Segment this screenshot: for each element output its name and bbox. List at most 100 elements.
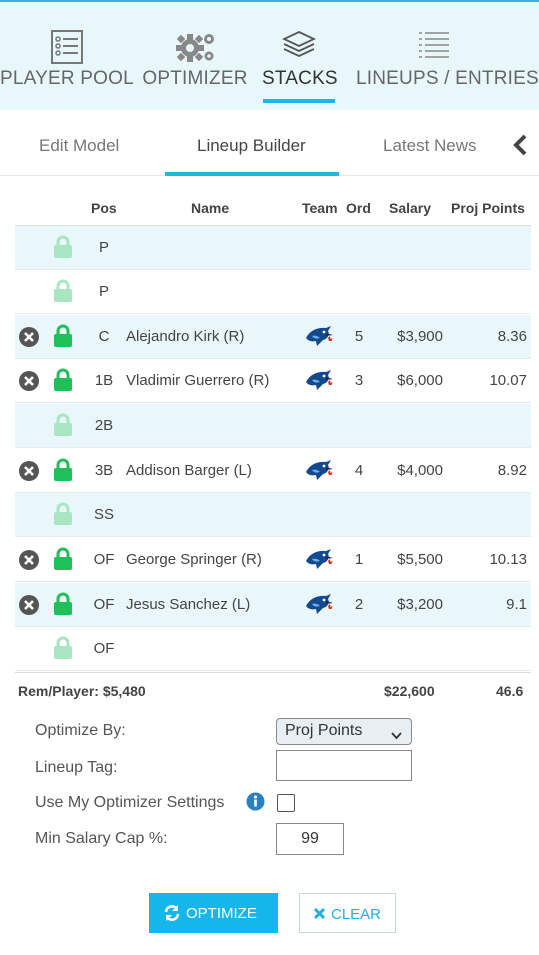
refresh-icon [163,904,181,926]
min-salary-cap-label: Min Salary Cap %: [35,830,168,847]
tab-edit-model[interactable]: Edit Model [39,136,119,156]
nav-optimizer[interactable]: OPTIMIZER [140,2,250,102]
nav-lineups-entries[interactable]: LINEUPS / ENTRIES [356,2,539,102]
remove-player-icon[interactable] [18,370,40,392]
tab-lineup-builder[interactable]: Lineup Builder [197,136,306,156]
nav-stacks[interactable]: STACKS [262,2,338,102]
cell-name[interactable]: George Springer (R) [126,551,262,568]
remove-player-icon[interactable] [18,326,40,348]
table-row: 3B Addison Barger (L) 4 $4,000 8.92 [15,449,531,493]
table-row: OF George Springer (R) 1 $5,500 10.13 [15,538,531,582]
tab-latest-news[interactable]: Latest News [383,136,477,156]
table-row: SS [15,493,531,537]
header-proj-points: Proj Points [451,200,525,216]
cell-salary: $3,200 [397,596,443,613]
optimize-by-label: Optimize By: [35,722,126,739]
nav-label: PLAYER POOL [0,68,134,89]
cell-pos: SS [93,506,114,523]
cell-ord: 5 [354,328,364,345]
cell-proj-points: 8.36 [497,328,527,345]
table-row: OF [15,627,531,671]
sub-tabs: Edit Model Lineup Builder Latest News [0,110,539,176]
layers-icon [281,30,317,65]
cell-pos: OF [93,596,115,613]
total-salary: $22,600 [384,683,435,699]
table-row: 1B Vladimir Guerrero (R) 3 $6,000 10.07 [15,359,531,403]
cell-proj-points: 9.1 [506,596,527,613]
use-optimizer-settings-label: Use My Optimizer Settings [35,794,225,811]
nav-label: LINEUPS / ENTRIES [356,68,539,89]
table-row: 2B [15,404,531,448]
cell-pos: 3B [94,462,114,479]
nav-label: STACKS [262,68,338,89]
cell-pos: P [98,239,109,256]
cell-salary: $6,000 [397,372,443,389]
lock-icon[interactable] [53,235,73,259]
remove-player-icon[interactable] [18,549,40,571]
blue-jays-logo-icon [304,547,334,571]
clear-button[interactable]: CLEAR [299,893,396,933]
nav-label: OPTIMIZER [142,68,248,89]
optimize-by-value: Proj Points [285,722,363,739]
list-icon [50,30,84,69]
table-row: C Alejandro Kirk (R) 5 $3,900 8.36 [15,315,531,359]
cell-ord: 2 [354,596,364,613]
cell-name[interactable]: Addison Barger (L) [126,462,252,479]
optimize-button-label: OPTIMIZE [186,905,257,922]
optimize-by-select[interactable]: Proj Points [276,718,412,745]
nav-player-pool[interactable]: PLAYER POOL [0,2,134,102]
cell-salary: $4,000 [397,462,443,479]
remove-player-icon[interactable] [18,594,40,616]
close-icon [313,907,326,924]
table-row: OF Jesus Sanchez (L) 2 $3,200 9.1 [15,583,531,627]
lock-icon[interactable] [53,413,73,437]
header-ord: Ord [346,200,371,216]
cell-pos: OF [93,640,115,657]
info-icon[interactable] [246,792,265,811]
header-salary: Salary [389,200,432,216]
lock-icon[interactable] [53,368,73,392]
top-navigation: PLAYER POOL OPTIMIZER STACKS LINEUPS / E… [0,0,539,110]
lineup-tag-label: Lineup Tag: [35,759,118,776]
lock-icon[interactable] [53,636,73,660]
clear-button-label: CLEAR [331,906,382,923]
lock-icon[interactable] [53,279,73,303]
optimize-button[interactable]: OPTIMIZE [149,893,278,933]
cell-proj-points: 10.07 [489,372,527,389]
cell-salary: $5,500 [397,551,443,568]
cell-pos: OF [93,551,115,568]
total-proj-points: 46.6 [496,683,524,699]
lineup-tag-input[interactable] [276,750,412,781]
cell-pos: P [98,283,109,300]
remove-player-icon[interactable] [18,460,40,482]
lock-icon[interactable] [53,592,73,616]
cell-salary: $3,900 [397,328,443,345]
cell-proj-points: 10.13 [489,551,527,568]
lock-icon[interactable] [53,547,73,571]
cell-pos: C [98,328,110,345]
header-name: Name [191,200,230,216]
cell-ord: 1 [354,551,364,568]
cell-name[interactable]: Jesus Sanchez (L) [126,596,250,613]
blue-jays-logo-icon [304,368,334,392]
lock-icon[interactable] [53,502,73,526]
blue-jays-logo-icon [304,592,334,616]
cell-pos: 1B [94,372,114,389]
cell-name[interactable]: Vladimir Guerrero (R) [126,372,269,389]
blue-jays-logo-icon [304,458,334,482]
cell-pos: 2B [94,417,114,434]
lock-icon[interactable] [53,458,73,482]
cell-proj-points: 8.92 [497,462,527,479]
min-salary-cap-input[interactable]: 99 [276,823,344,855]
lineup-table-header: Pos Name Team Ord Salary Proj Points [15,190,531,226]
cell-name[interactable]: Alejandro Kirk (R) [126,328,244,345]
active-subtab-indicator [165,172,339,176]
cell-ord: 4 [354,462,364,479]
lock-icon[interactable] [53,324,73,348]
header-team: Team [302,200,338,216]
active-tab-indicator [263,99,335,103]
chevron-left-icon[interactable] [512,134,530,161]
remaining-per-player: Rem/Player: $5,480 [18,683,146,699]
use-optimizer-settings-checkbox[interactable] [277,794,295,812]
table-row: P [15,270,531,314]
